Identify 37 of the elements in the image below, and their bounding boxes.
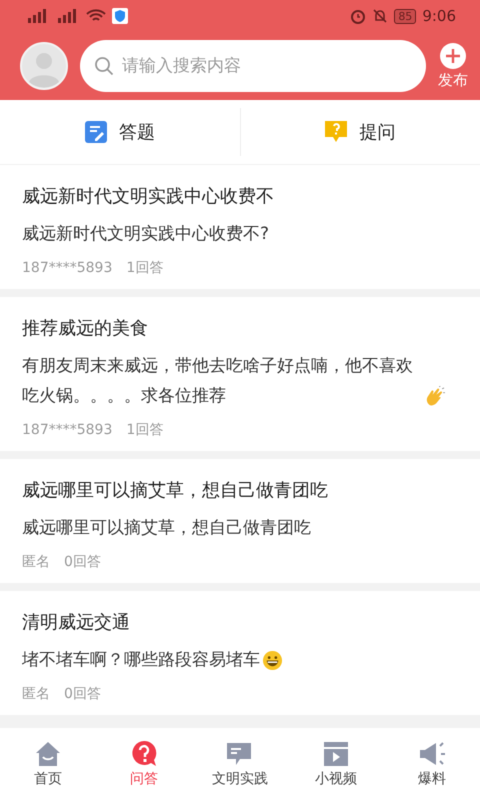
author-name: 187****5893: [22, 421, 112, 440]
author-name: 匿名: [22, 553, 50, 572]
clock-time: 9:06: [422, 7, 456, 25]
question-card[interactable]: 推荐威远的美食 有朋友周末来威远，带他去吃啥子好点喃，他不喜欢吃火锅。。。。求各位推荐 187****5893 1回答: [0, 297, 480, 451]
question-title: 威远新时代文明实践中心收费不: [22, 185, 275, 209]
film-play-icon: [322, 740, 350, 768]
answer-count: 1回答: [126, 421, 164, 440]
clapping-hands-icon: [424, 386, 445, 407]
alarm-icon: [350, 8, 366, 24]
author-name: 匿名: [22, 685, 50, 704]
battery-indicator: 85: [394, 8, 416, 24]
answer-count: 0回答: [64, 685, 101, 704]
shield-icon: [112, 8, 128, 24]
question-bubble-icon: [130, 740, 158, 768]
search-field[interactable]: 请输入搜索内容: [80, 40, 426, 92]
question-excerpt: 威远新时代文明实践中心收费不?: [22, 223, 270, 246]
question-title: 推荐威远的美食: [22, 317, 149, 341]
grinning-face-icon: [262, 650, 283, 671]
notepad-icon: [84, 121, 107, 143]
question-bubble-icon: [325, 121, 348, 143]
question-card[interactable]: 威远新时代文明实践中心收费不 威远新时代文明实践中心收费不? 187****5893 1回答: [0, 165, 480, 289]
question-title: 清明威远交通: [22, 611, 131, 635]
question-title: 威远哪里可以摘艾草，想自己做青团吃: [22, 479, 329, 503]
house-icon: [34, 740, 62, 768]
question-excerpt: 有朋友周末来威远，带他去吃啥子好点喃，他不喜欢吃火锅。。。。求各位推荐: [22, 355, 414, 408]
question-card[interactable]: 清明威远交通 堵不堵车啊？哪些路段容易堵车 匿名 0回答: [0, 591, 480, 715]
wifi-icon: [86, 9, 106, 23]
avatar-icon[interactable]: [20, 42, 68, 90]
question-excerpt: 威远哪里可以摘艾草，想自己做青团吃: [22, 517, 311, 540]
question-card[interactable]: 威远哪里可以摘艾草，想自己做青团吃 威远哪里可以摘艾草，想自己做青团吃 匿名 0回答: [0, 459, 480, 583]
plus-icon: [440, 42, 466, 68]
answer-count: 1回答: [126, 259, 164, 278]
author-name: 187****5893: [22, 259, 112, 278]
question-excerpt: 堵不堵车啊？哪些路段容易堵车: [22, 649, 260, 672]
bell-off-icon: [372, 8, 388, 24]
answer-count: 0回答: [64, 553, 101, 572]
megaphone-icon: [417, 740, 447, 768]
